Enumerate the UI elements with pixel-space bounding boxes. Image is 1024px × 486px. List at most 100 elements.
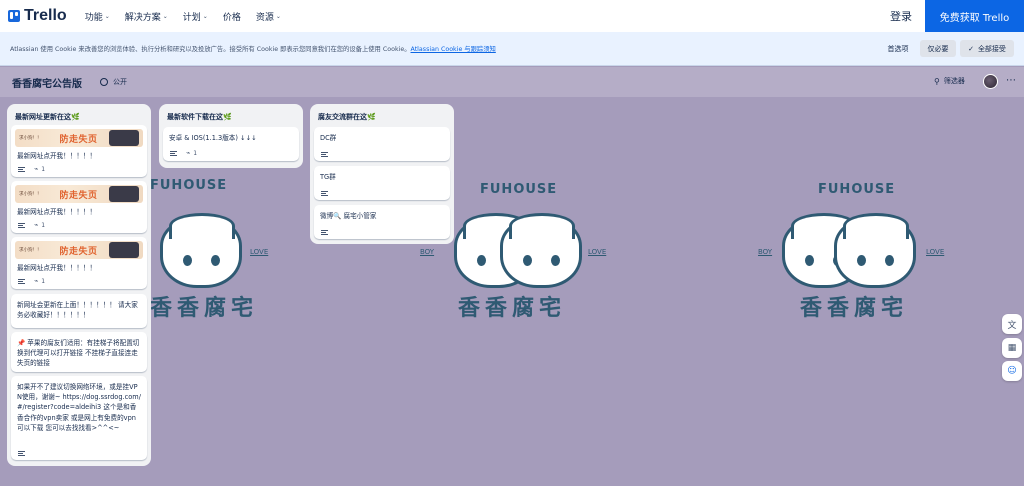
board-header: 香香腐宅公告版 公开 <box>0 67 1024 97</box>
description-icon <box>18 166 25 172</box>
logo-text: Trello <box>24 7 67 24</box>
visibility-label: 公开 <box>113 78 127 86</box>
nav-item-plans[interactable]: 计划 ⌄ <box>183 10 208 23</box>
character-face <box>834 213 916 288</box>
love-label: LOVE <box>250 248 269 256</box>
card-title: 微博🔍 腐宅小管家 <box>320 212 377 220</box>
card-badges <box>18 451 34 456</box>
attachment-icon: ⌁ <box>34 277 39 285</box>
trello-board-page: Trello 功能 ⌄ 解决方案 ⌄ 计划 ⌄ 价格 资源 ⌄ 登录 免费获取 … <box>0 0 1024 486</box>
cookie-policy-link[interactable]: Atlassian Cookie 与跟踪须知 <box>411 46 496 53</box>
filter-icon: ⚲ <box>934 76 940 86</box>
nav-item-resources[interactable]: 资源 ⌄ <box>256 10 281 23</box>
description-icon <box>18 222 25 228</box>
card[interactable]: TG群 <box>314 166 450 200</box>
character-face <box>160 213 242 288</box>
nav-menu: 功能 ⌄ 解决方案 ⌄ 计划 ⌄ 价格 资源 ⌄ <box>85 10 296 23</box>
nav-item-features[interactable]: 功能 ⌄ <box>85 10 110 23</box>
globe-icon <box>100 78 108 86</box>
card-badges: ⌁ 1 <box>18 165 45 173</box>
card-cover-image: 求小狗！！ 防走失页 <box>15 185 143 203</box>
description-icon <box>321 230 328 235</box>
card[interactable]: 求小狗！！ 防走失页 最新网址点开我！！！！！ ⌁ 1 <box>11 181 147 233</box>
nav-item-solutions[interactable]: 解决方案 ⌄ <box>125 10 168 23</box>
top-navigation: Trello 功能 ⌄ 解决方案 ⌄ 计划 ⌄ 价格 资源 ⌄ 登录 免费获取 … <box>0 0 1024 32</box>
signup-button[interactable]: 免费获取 Trello <box>925 0 1024 32</box>
qr-code-icon[interactable]: ▦ <box>1002 338 1022 358</box>
nav-item-pricing[interactable]: 价格 <box>223 10 241 23</box>
cookie-preferences-button[interactable]: 首选项 <box>880 40 916 57</box>
check-icon: ✓ <box>968 44 974 53</box>
boy-label: BOY <box>758 248 773 256</box>
attachment-icon: ⌁ <box>34 165 39 173</box>
list-community-groups: 腐友交流群在这🌿 DC群 TG群 微博🔍 腐宅小管家 <box>310 104 454 244</box>
card[interactable]: 📌 苹果的腐友们适用：有挂梯子将配置切换到代理可以打开链接 不挂梯子直接连走失页… <box>11 332 147 372</box>
cookie-accept-label: 全部接受 <box>977 44 1006 53</box>
list-title[interactable]: 腐友交流群在这🌿 <box>318 112 376 122</box>
card-badges: ⌁ 1 <box>170 149 197 157</box>
cookie-banner: Atlassian 使用 Cookie 来改善您的浏览体验、执行分析和研究以及投… <box>0 32 1024 66</box>
translate-icon[interactable]: 文 <box>1002 314 1022 334</box>
chevron-down-icon: ⌄ <box>104 12 110 20</box>
character-face <box>500 213 582 288</box>
boy-label: BOY <box>420 248 435 256</box>
fuhouse-arc-text: FUHOUSE <box>480 182 558 197</box>
more-icon[interactable]: ⋯ <box>1006 75 1016 86</box>
card[interactable]: DC群 <box>314 127 450 161</box>
board-visibility-button[interactable]: 公开 <box>100 77 127 87</box>
nav-item-label: 资源 <box>255 12 274 23</box>
card-title: 安卓 & IOS(1.1.3版本) ↓↓↓ <box>169 134 257 142</box>
card-badges <box>321 191 337 196</box>
chevron-down-icon: ⌄ <box>162 12 168 20</box>
list-software-download: 最新软件下载在这🌿 安卓 & IOS(1.1.3版本) ↓↓↓ ⌁ 1 <box>159 104 303 168</box>
description-icon <box>170 150 177 156</box>
description-icon <box>321 191 328 196</box>
list-title[interactable]: 最新软件下载在这🌿 <box>167 112 232 122</box>
card[interactable]: 求小狗！！ 防走失页 最新网址点开我！！！！！ ⌁ 1 <box>11 125 147 177</box>
card[interactable]: 微博🔍 腐宅小管家 <box>314 205 450 239</box>
card-title: 📌 苹果的腐友们适用：有挂梯子将配置切换到代理可以打开链接 不挂梯子直接连走失页… <box>17 339 140 368</box>
avatar[interactable] <box>983 74 998 89</box>
cookie-notice-text: Atlassian 使用 Cookie 来改善您的浏览体验、执行分析和研究以及投… <box>10 46 411 53</box>
nav-item-label: 解决方案 <box>124 12 161 23</box>
brand-name-art: 香香腐宅 <box>458 296 567 321</box>
nav-item-label: 计划 <box>182 12 201 23</box>
chat-bot-icon[interactable]: ☺ <box>1002 361 1022 381</box>
attachment-count: 1 <box>41 221 46 229</box>
attachment-count: 1 <box>193 149 198 157</box>
list-latest-urls: 最新网址更新在这🌿 求小狗！！ 防走失页 最新网址点开我！！！！！ ⌁ 1 求小… <box>7 104 151 466</box>
fuhouse-arc-text: FUHOUSE <box>150 178 228 193</box>
chevron-down-icon: ⌄ <box>275 12 281 20</box>
attachment-count: 1 <box>41 165 46 173</box>
nav-item-label: 功能 <box>84 12 103 23</box>
filter-button[interactable]: ⚲ 筛选器 <box>934 76 965 86</box>
trello-logo-icon <box>8 10 20 22</box>
nav-item-label: 价格 <box>222 12 241 23</box>
card-cover-image: 求小狗！！ 防走失页 <box>15 129 143 147</box>
trello-logo[interactable]: Trello <box>8 7 67 25</box>
brand-name-art: 香香腐宅 <box>800 296 909 321</box>
card-title: 如果开不了建议切换网络环境，或是挂VPN使用，谢谢~ https://dog.s… <box>17 383 141 432</box>
card-badges <box>321 230 337 235</box>
description-icon <box>18 278 25 284</box>
filter-label: 筛选器 <box>943 77 965 85</box>
fuhouse-arc-text: FUHOUSE <box>818 182 896 197</box>
brand-name-art: 香香腐宅 <box>150 296 259 321</box>
list-title[interactable]: 最新网址更新在这🌿 <box>15 112 80 122</box>
chevron-down-icon: ⌄ <box>202 12 208 20</box>
cookie-reject-button[interactable]: 仅必要 <box>920 40 956 57</box>
card[interactable]: 新网址会更新在上面！！！！！！ 请大家务必收藏好！！！！！！ <box>11 294 147 328</box>
description-icon <box>18 451 25 456</box>
card[interactable]: 求小狗！！ 防走失页 最新网址点开我！！！！！ ⌁ 1 <box>11 237 147 289</box>
card-title: 新网址会更新在上面！！！！！！ 请大家务必收藏好！！！！！！ <box>17 301 138 320</box>
card-badges <box>321 152 337 157</box>
card[interactable]: 安卓 & IOS(1.1.3版本) ↓↓↓ ⌁ 1 <box>163 127 299 161</box>
board-title[interactable]: 香香腐宅公告版 <box>12 75 82 90</box>
cookie-notice: Atlassian 使用 Cookie 来改善您的浏览体验、执行分析和研究以及投… <box>10 44 496 53</box>
card[interactable]: 如果开不了建议切换网络环境，或是挂VPN使用，谢谢~ https://dog.s… <box>11 376 147 460</box>
love-label: LOVE <box>926 248 945 256</box>
fuhouse-art-3: FUHOUSE BOY LOVE 香香腐宅 <box>756 182 956 322</box>
description-icon <box>321 152 328 157</box>
login-link[interactable]: 登录 <box>878 0 924 32</box>
cookie-accept-button[interactable]: ✓ 全部接受 <box>960 40 1014 57</box>
